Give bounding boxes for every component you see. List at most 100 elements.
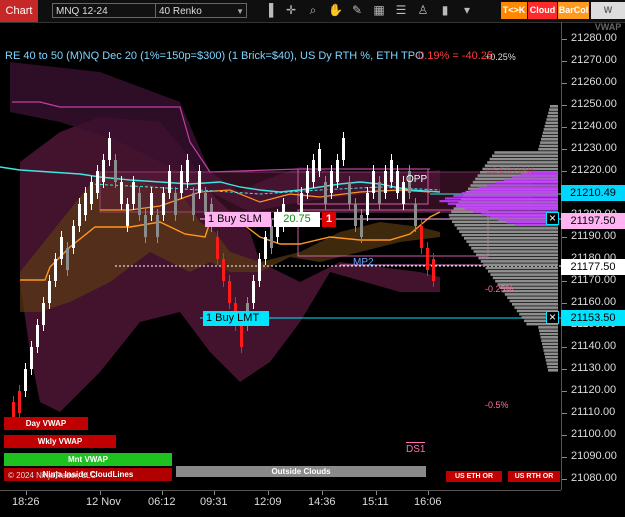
pencil-icon[interactable]: ✎ [350, 3, 364, 18]
time-tick [428, 491, 429, 495]
vwap-button[interactable]: W VWAP [591, 2, 625, 32]
time-tick [322, 491, 323, 495]
price-axis[interactable]: 21280.00 21270.00 21260.00 21250.00 21240.00… [561, 22, 625, 490]
price-tick [562, 369, 567, 370]
chart-plot-area[interactable]: RE 40 to 50 (M)NQ Dec 20 (1%=150p=$300) … [0, 22, 561, 490]
price-tick-label: 21170.00 [571, 274, 617, 286]
instrument-selector[interactable]: MNQ 12-24 ▼ [52, 3, 172, 18]
buy-lmt-order[interactable]: 1 Buy LMT [203, 311, 269, 326]
opp-label: OPP [406, 174, 428, 185]
price-tick [562, 171, 567, 172]
time-tick-label: 09:31 [200, 496, 228, 508]
time-tick [100, 491, 101, 495]
profile-bar-purple [495, 181, 558, 184]
ds1-label: DS1 [406, 442, 426, 455]
price-tick-label: 21230.00 [571, 142, 617, 154]
zoom-in-icon[interactable]: ⌕ [306, 3, 320, 18]
indicators-icon[interactable]: ▮ [438, 3, 452, 18]
profile-bar-gray [471, 246, 558, 250]
profile-bar-gray [466, 240, 558, 243]
profile-bar-gray [459, 230, 558, 233]
time-tick-label: 12:09 [254, 496, 282, 508]
pct-minus-025: -0.25% [485, 284, 514, 294]
profile-bar-gray [492, 276, 558, 280]
profile-bar-purple [447, 202, 558, 205]
profile-bar-purple [464, 207, 558, 211]
profile-bar-gray [483, 263, 558, 266]
dropdown-icon[interactable]: ▾ [460, 3, 474, 18]
profile-bar-gray [540, 141, 558, 144]
bars-icon[interactable]: ▐ [262, 3, 276, 18]
cloud-button[interactable]: Cloud [528, 2, 557, 19]
profile-bar-gray [541, 134, 558, 138]
price-tick [562, 61, 567, 62]
profile-bar-gray [489, 157, 558, 161]
buy-slm-qty[interactable]: 1 [322, 212, 336, 227]
price-tick-label: 21260.00 [571, 76, 617, 88]
chart-title: RE 40 to 50 (M)NQ Dec 20 (1%=150p=$300) … [5, 50, 424, 62]
profile-bar-gray [492, 154, 558, 158]
price-change: -0.19% = -40.25 [414, 50, 493, 62]
profile-bar-gray [542, 131, 558, 134]
time-tick-label: 18:26 [12, 496, 40, 508]
profile-bar-gray [545, 121, 558, 125]
pct-minus-05: -0.5% [485, 400, 509, 410]
price-tick-label: 21120.00 [571, 384, 617, 396]
close-slm-icon[interactable]: × [546, 212, 559, 225]
price-tick [562, 105, 567, 106]
price-tick-label: 21080.00 [571, 472, 617, 484]
profile-bar-purple [487, 184, 558, 187]
properties-icon[interactable]: ☰ [394, 3, 408, 18]
profile-bar-gray [490, 273, 558, 276]
profile-bar-gray [546, 362, 558, 365]
profile-bar-gray [495, 279, 558, 283]
price-tick [562, 347, 567, 348]
strategy-icon[interactable]: ♙ [416, 3, 430, 18]
eth-vah-label: US ETH VAH [486, 166, 534, 175]
bar-type-selector[interactable]: 40 Renko ▼ [155, 3, 247, 18]
profile-bar-purple [512, 176, 558, 179]
profile-bar-gray [545, 359, 558, 362]
tk-button[interactable]: T<>K [501, 2, 527, 19]
mnt-vwap-label: Mnt VWAP [4, 453, 172, 466]
profile-bar-gray [542, 342, 558, 346]
profile-bar-gray [478, 256, 558, 260]
profile-bar-gray [509, 299, 558, 303]
profile-bar-gray [476, 253, 558, 257]
objects-icon[interactable]: ▦ [372, 3, 386, 18]
profile-bar-gray [550, 105, 558, 108]
hand-icon[interactable]: ✋ [328, 3, 343, 18]
price-tick-label: 21130.00 [571, 362, 617, 374]
profile-bar-gray [464, 237, 558, 240]
profile-bar-gray [456, 227, 558, 230]
barcol-button[interactable]: BarCol [558, 2, 589, 19]
profile-bar-gray [548, 111, 558, 115]
profile-bar-gray [507, 296, 558, 299]
profile-bar-gray [547, 365, 558, 369]
close-lmt-icon[interactable]: × [546, 311, 559, 324]
time-tick-label: 15:11 [362, 496, 389, 508]
price-tick-label: 21090.00 [571, 450, 617, 462]
profile-bar-gray [538, 147, 558, 151]
profile-bar-gray [539, 144, 558, 148]
profile-bar-gray [548, 369, 558, 372]
profile-bar-gray [543, 349, 558, 352]
time-axis[interactable]: 18:26 12 Nov 06:12 09:31 12:09 14:36 15:11 16:0… [0, 490, 561, 517]
volume-profile [439, 105, 558, 372]
time-tick [214, 491, 215, 495]
outside-clouds-label: Outside Clouds [176, 466, 426, 477]
price-tick [562, 237, 567, 238]
bar-type-label: 40 Renko [159, 6, 202, 17]
chart-menu-button[interactable]: Chart [0, 0, 38, 22]
buy-slm-order[interactable]: 1 Buy SLM [205, 212, 271, 227]
profile-bar-purple [470, 189, 558, 192]
crosshair-icon[interactable]: ✛ [284, 3, 298, 18]
time-tick [268, 491, 269, 495]
pct-plus-025: +0.25% [485, 52, 516, 62]
price-tick [562, 479, 567, 480]
price-tick [562, 127, 567, 128]
profile-bar-gray [461, 233, 558, 237]
buy-slm-offset[interactable]: 20.75 [274, 212, 320, 227]
profile-bar-purple [461, 192, 558, 195]
price-tick-label: 21270.00 [571, 54, 617, 66]
